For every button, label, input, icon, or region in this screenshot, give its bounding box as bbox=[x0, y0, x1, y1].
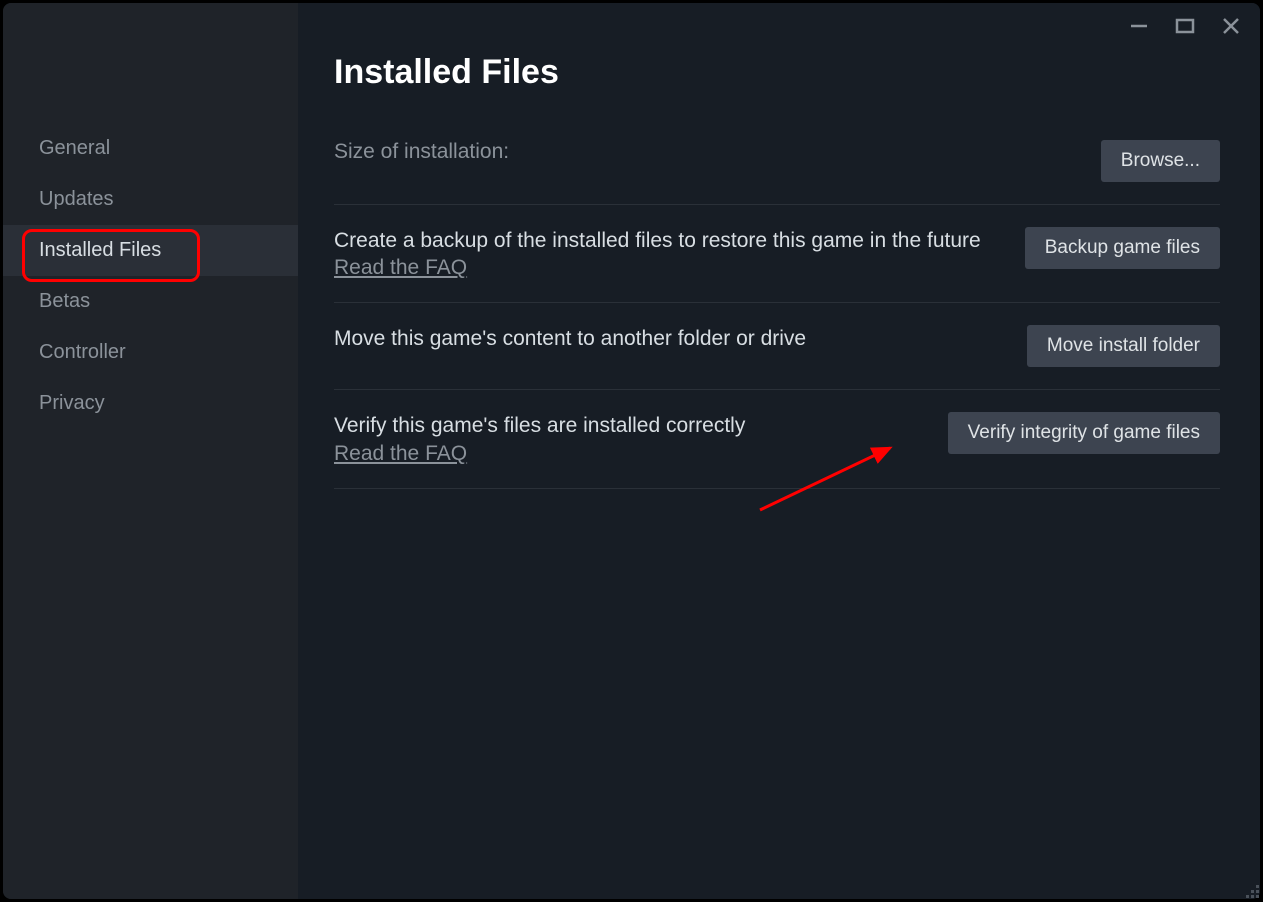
row-verify: Verify this game's files are installed c… bbox=[334, 390, 1220, 488]
close-icon[interactable] bbox=[1220, 15, 1242, 37]
backup-button[interactable]: Backup game files bbox=[1025, 227, 1220, 269]
verify-button[interactable]: Verify integrity of game files bbox=[948, 412, 1220, 454]
browse-button[interactable]: Browse... bbox=[1101, 140, 1220, 182]
window-controls bbox=[1128, 15, 1242, 37]
row-backup: Create a backup of the installed files t… bbox=[334, 205, 1220, 303]
main-panel: Installed Files Size of installation: Br… bbox=[298, 3, 1260, 899]
size-label: Size of installation: bbox=[334, 140, 509, 163]
settings-window: General Updates Installed Files Betas Co… bbox=[3, 3, 1260, 899]
sidebar-item-updates[interactable]: Updates bbox=[3, 174, 298, 225]
maximize-icon[interactable] bbox=[1174, 15, 1196, 37]
minimize-icon[interactable] bbox=[1128, 15, 1150, 37]
row-size: Size of installation: Browse... bbox=[334, 140, 1220, 205]
backup-faq-link[interactable]: Read the FAQ bbox=[334, 256, 467, 280]
row-move: Move this game's content to another fold… bbox=[334, 303, 1220, 390]
sidebar: General Updates Installed Files Betas Co… bbox=[3, 3, 298, 899]
sidebar-item-general[interactable]: General bbox=[3, 123, 298, 174]
resize-grip-icon[interactable] bbox=[1243, 882, 1259, 898]
move-button[interactable]: Move install folder bbox=[1027, 325, 1220, 367]
sidebar-item-controller[interactable]: Controller bbox=[3, 327, 298, 378]
move-description: Move this game's content to another fold… bbox=[334, 325, 997, 352]
backup-description: Create a backup of the installed files t… bbox=[334, 227, 995, 254]
sidebar-item-privacy[interactable]: Privacy bbox=[3, 378, 298, 429]
verify-faq-link[interactable]: Read the FAQ bbox=[334, 442, 467, 466]
sidebar-item-installed-files[interactable]: Installed Files bbox=[3, 225, 298, 276]
page-title: Installed Files bbox=[334, 53, 1220, 92]
sidebar-item-betas[interactable]: Betas bbox=[3, 276, 298, 327]
verify-description: Verify this game's files are installed c… bbox=[334, 412, 918, 439]
